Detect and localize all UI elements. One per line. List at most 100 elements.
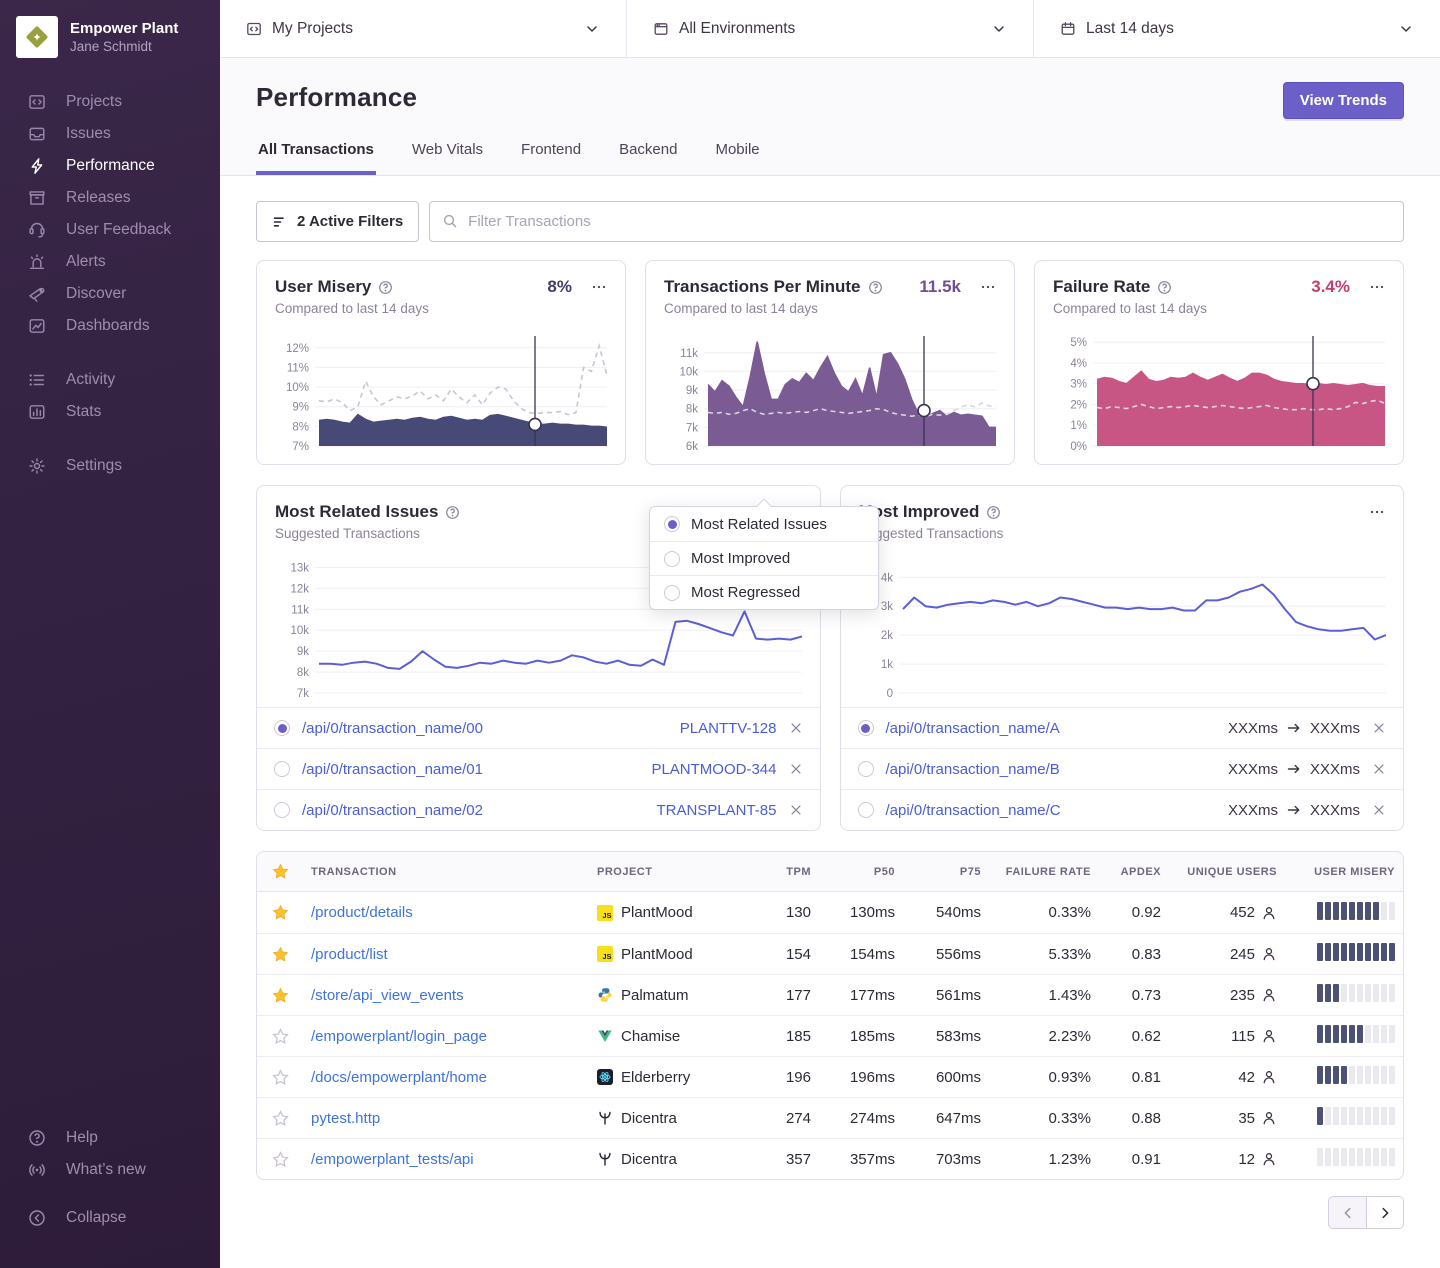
related-issues-rows: /api/0/transaction_name/00 PLANTTV-128 /… [257, 707, 820, 830]
whats-new-icon [28, 1161, 46, 1179]
sidebar-item-releases[interactable]: Releases [0, 182, 220, 214]
star-toggle[interactable] [257, 1110, 303, 1127]
question-icon[interactable] [378, 280, 393, 295]
close-icon[interactable] [789, 762, 803, 776]
menu-item-most-improved[interactable]: Most Improved [650, 541, 878, 575]
user-misery-cell [1285, 943, 1403, 965]
sidebar-item-projects[interactable]: Projects [0, 86, 220, 118]
star-toggle[interactable] [257, 1028, 303, 1045]
menu-item-most-related-issues[interactable]: Most Related Issues [650, 507, 878, 541]
ellipsis-icon[interactable] [980, 279, 996, 295]
sidebar-item-issues[interactable]: Issues [0, 118, 220, 150]
sidebar-item-collapse[interactable]: Collapse [0, 1202, 220, 1234]
sidebar-item-user-feedback[interactable]: User Feedback [0, 214, 220, 246]
next-page-button[interactable] [1366, 1196, 1404, 1229]
transaction-link[interactable]: /product/list [311, 946, 388, 963]
tpm-cell: 357 [757, 1151, 819, 1168]
transaction-radio[interactable] [858, 720, 874, 736]
chevron-down-icon [584, 21, 600, 37]
p50-cell: 357ms [819, 1151, 903, 1168]
transaction-link[interactable]: /api/0/transaction_name/B [886, 761, 1060, 778]
transaction-link[interactable]: /api/0/transaction_name/C [886, 802, 1061, 819]
filter-last-14-days[interactable]: Last 14 days [1034, 0, 1440, 57]
transaction-link[interactable]: /product/details [311, 904, 413, 921]
transaction-radio[interactable] [274, 761, 290, 777]
filter-transactions-input[interactable] [429, 201, 1404, 242]
close-icon[interactable] [789, 803, 803, 817]
p75-cell: 600ms [903, 1069, 989, 1086]
star-toggle[interactable] [257, 1151, 303, 1168]
close-icon[interactable] [1372, 803, 1386, 817]
ellipsis-icon[interactable] [1369, 504, 1385, 520]
star-toggle[interactable] [257, 987, 303, 1004]
star-toggle[interactable] [257, 1069, 303, 1086]
view-trends-button[interactable]: View Trends [1283, 82, 1404, 119]
transaction-link[interactable]: /api/0/transaction_name/A [886, 720, 1060, 737]
failure-rate-cell: 0.33% [989, 1110, 1099, 1127]
sidebar-item-activity[interactable]: Activity [0, 364, 220, 396]
transaction-link[interactable]: /store/api_view_events [311, 987, 464, 1004]
sidebar-item-alerts[interactable]: Alerts [0, 246, 220, 278]
close-icon[interactable] [789, 721, 803, 735]
question-icon[interactable] [1157, 280, 1172, 295]
sidebar-item-stats[interactable]: Stats [0, 396, 220, 428]
chevron-down-icon [991, 21, 1007, 37]
menu-item-most-regressed[interactable]: Most Regressed [650, 575, 878, 609]
transaction-link[interactable]: /api/0/transaction_name/01 [302, 761, 483, 778]
transaction-link[interactable]: /api/0/transaction_name/00 [302, 720, 483, 737]
transaction-radio[interactable] [274, 720, 290, 736]
ellipsis-icon[interactable] [591, 279, 607, 295]
tab-all-transactions[interactable]: All Transactions [256, 141, 376, 175]
sidebar-footer: HelpWhat’s new Collapse [0, 1122, 220, 1250]
svg-text:0%: 0% [1070, 441, 1087, 450]
performance-icon [28, 157, 46, 175]
tab-mobile[interactable]: Mobile [713, 141, 761, 175]
question-icon[interactable] [986, 505, 1001, 520]
question-icon[interactable] [445, 505, 460, 520]
transaction-link[interactable]: /empowerplant/login_page [311, 1028, 487, 1045]
transaction-radio[interactable] [858, 802, 874, 818]
filter-my-projects[interactable]: My Projects [220, 0, 627, 57]
transaction-radio[interactable] [858, 761, 874, 777]
previous-page-button[interactable] [1328, 1196, 1366, 1229]
star-toggle[interactable] [257, 946, 303, 963]
menu-radio [664, 516, 680, 532]
platform-plant-icon [597, 1151, 613, 1167]
user-icon [1261, 987, 1277, 1003]
transaction-link[interactable]: /empowerplant_tests/api [311, 1151, 474, 1168]
active-filters-button[interactable]: 2 Active Filters [256, 201, 419, 242]
transaction-link[interactable]: /docs/empowerplant/home [311, 1069, 487, 1086]
tab-backend[interactable]: Backend [617, 141, 679, 175]
transaction-link[interactable]: pytest.http [311, 1110, 380, 1127]
question-icon[interactable] [868, 280, 883, 295]
related-issue-row: /api/0/transaction_name/02 TRANSPLANT-85 [257, 789, 820, 830]
sidebar-item-what-s-new[interactable]: What’s new [0, 1154, 220, 1186]
sidebar-item-help[interactable]: Help [0, 1122, 220, 1154]
transaction-link[interactable]: /api/0/transaction_name/02 [302, 802, 483, 819]
org-switcher[interactable]: Empower Plant Jane Schmidt [0, 16, 220, 58]
close-icon[interactable] [1372, 721, 1386, 735]
tab-web-vitals[interactable]: Web Vitals [410, 141, 485, 175]
page-title: Performance [256, 82, 417, 113]
transactions-table: TRANSACTIONPROJECTTPMP50P75FAILURE RATEA… [256, 851, 1404, 1180]
sidebar-item-settings[interactable]: Settings [0, 450, 220, 482]
project-cell: Dicentra [589, 1151, 757, 1168]
transaction-radio[interactable] [274, 802, 290, 818]
star-toggle[interactable] [257, 904, 303, 921]
sidebar-item-dashboards[interactable]: Dashboards [0, 310, 220, 342]
sidebar-item-performance[interactable]: Performance [0, 150, 220, 182]
close-icon[interactable] [1372, 762, 1386, 776]
issue-link[interactable]: PLANTMOOD-344 [651, 761, 776, 778]
column-header-unique-users: UNIQUE USERS [1169, 866, 1285, 878]
issue-link[interactable]: TRANSPLANT-85 [656, 802, 776, 819]
sidebar-item-discover[interactable]: Discover [0, 278, 220, 310]
filter-all-environments[interactable]: All Environments [627, 0, 1034, 57]
user-icon [1261, 1110, 1277, 1126]
tab-frontend[interactable]: Frontend [519, 141, 583, 175]
ellipsis-icon[interactable] [1369, 279, 1385, 295]
svg-text:8k: 8k [686, 404, 698, 416]
arrow-right-icon [1286, 761, 1302, 777]
user-misery-cell [1285, 902, 1403, 924]
issue-link[interactable]: PLANTTV-128 [680, 720, 777, 737]
platform-plant-icon [597, 1110, 613, 1126]
